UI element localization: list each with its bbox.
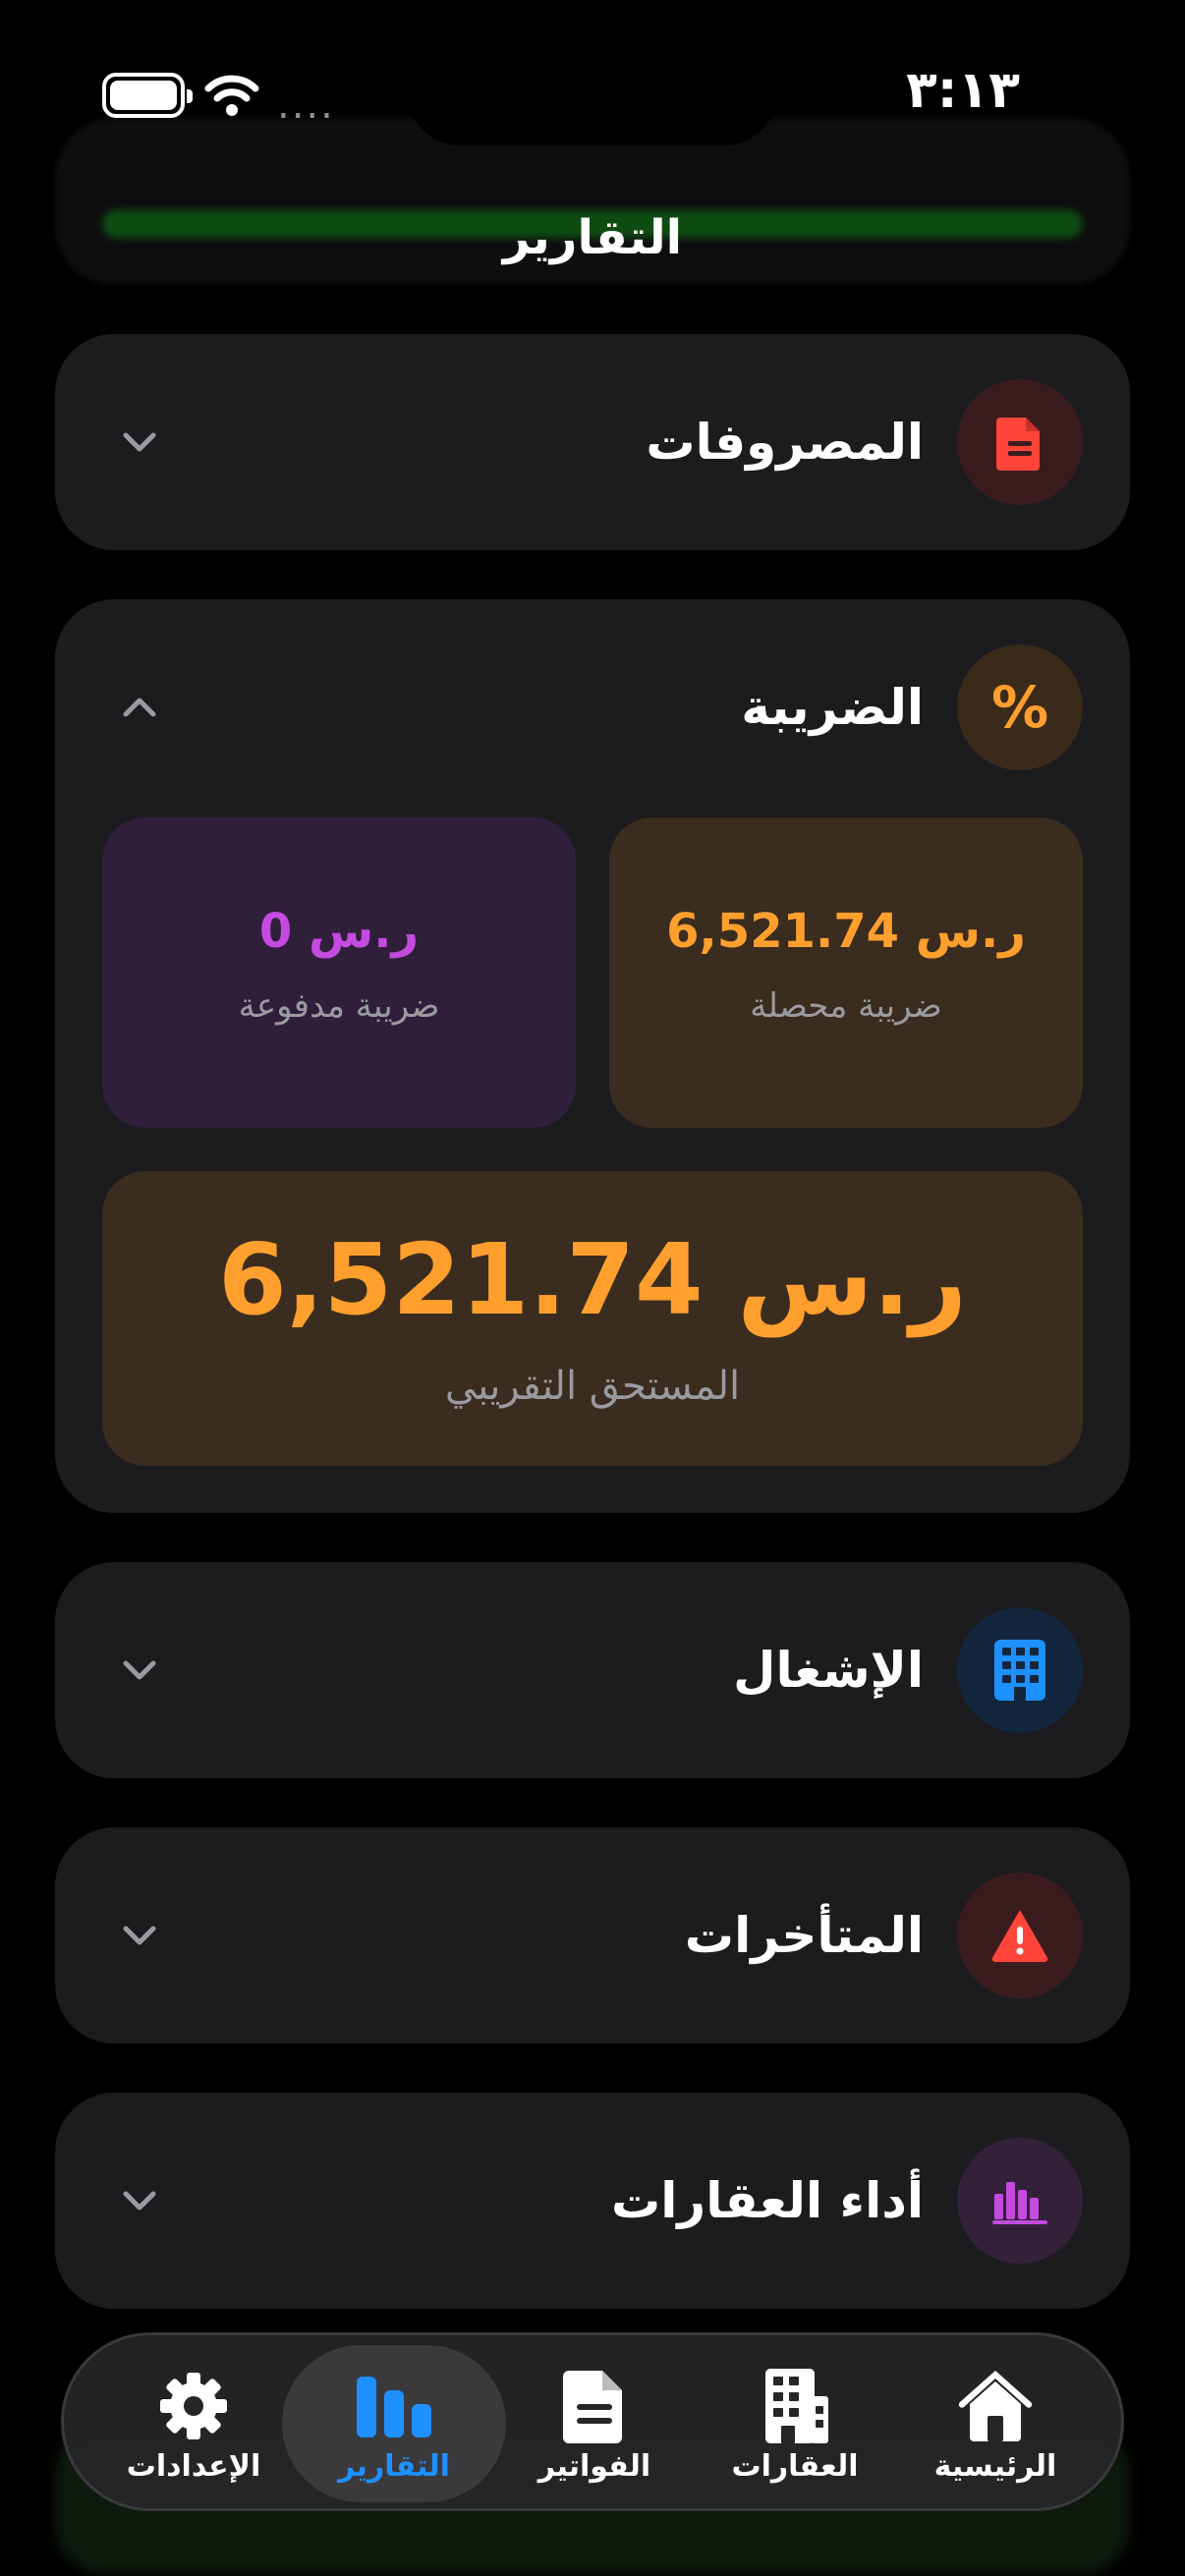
- tax-collected-box: 6,521.74 ر.س ضريبة محصلة: [609, 817, 1083, 1128]
- tab-settings-label: الإعدادات: [126, 2449, 261, 2484]
- signal-dots: ....: [277, 83, 335, 128]
- occupancy-title: الإشغال: [733, 1642, 924, 1699]
- screen: ٣:١٣ .... التقارير المصروفات % الضريبة 6…: [0, 0, 1185, 2576]
- expenses-title: المصروفات: [646, 414, 924, 471]
- document-icon: [563, 2371, 622, 2443]
- tax-due-box: 6,521.74 ر.س المستحق التقريبي: [102, 1171, 1083, 1466]
- tab-home-label: الرئيسية: [933, 2449, 1057, 2484]
- tax-paid-box: 0 ر.س ضريبة مدفوعة: [102, 817, 576, 1128]
- tax-header[interactable]: % الضريبة: [55, 599, 1130, 815]
- chevron-up-icon[interactable]: [118, 686, 161, 729]
- bar-chart-icon: [957, 2138, 1083, 2264]
- tab-invoices-label: الفواتير: [537, 2449, 651, 2484]
- overdue-title: المتأخرات: [684, 1907, 924, 1964]
- tab-bar: الإعدادات التقارير الفواتير العقارات الر…: [61, 2332, 1124, 2511]
- chevron-down-icon[interactable]: [118, 420, 161, 464]
- page-title: التقارير: [502, 210, 683, 265]
- property-performance-title: أداء العقارات: [611, 2172, 924, 2229]
- expenses-section[interactable]: المصروفات: [55, 334, 1130, 550]
- chevron-down-icon[interactable]: [118, 1649, 161, 1692]
- gear-icon: [160, 2373, 227, 2439]
- document-icon: [957, 379, 1083, 505]
- building-icon: [765, 2369, 828, 2443]
- warning-icon: [957, 1873, 1083, 1998]
- tab-reports-label: التقارير: [338, 2449, 450, 2484]
- tab-properties-label: العقارات: [731, 2449, 859, 2484]
- tax-section: % الضريبة 6,521.74 ر.س ضريبة محصلة 0 ر.س…: [55, 599, 1130, 1513]
- tab-invoices[interactable]: الفواتير: [482, 2345, 706, 2502]
- status-bar: ٣:١٣ ....: [0, 0, 1185, 285]
- wifi-icon: [204, 75, 259, 116]
- tax-due-value: 6,521.74 ر.س: [218, 1222, 967, 1337]
- occupancy-header[interactable]: الإشغال: [55, 1562, 1130, 1778]
- tax-collected-label: ضريبة محصلة: [750, 986, 942, 1026]
- chart-icon: [357, 2377, 431, 2437]
- tab-settings[interactable]: الإعدادات: [82, 2345, 306, 2502]
- status-time: ٣:١٣: [905, 61, 1020, 120]
- property-performance-section[interactable]: أداء العقارات: [55, 2093, 1130, 2309]
- occupancy-section[interactable]: الإشغال: [55, 1562, 1130, 1778]
- tab-home[interactable]: الرئيسية: [883, 2345, 1107, 2502]
- expenses-header[interactable]: المصروفات: [55, 334, 1130, 550]
- tab-reports[interactable]: التقارير: [282, 2345, 506, 2502]
- overdue-header[interactable]: المتأخرات: [55, 1827, 1130, 2044]
- tax-title: الضريبة: [741, 679, 924, 736]
- tax-paid-value: 0 ر.س: [258, 904, 420, 959]
- tax-due-label: المستحق التقريبي: [444, 1364, 741, 1409]
- home-icon: [958, 2371, 1033, 2441]
- chevron-down-icon[interactable]: [118, 2179, 161, 2222]
- percent-icon: %: [957, 644, 1083, 770]
- overdue-section[interactable]: المتأخرات: [55, 1827, 1130, 2044]
- chevron-down-icon[interactable]: [118, 1914, 161, 1957]
- tax-paid-label: ضريبة مدفوعة: [238, 986, 440, 1026]
- dynamic-island: [407, 37, 778, 145]
- building-icon: [957, 1607, 1083, 1733]
- property-performance-header[interactable]: أداء العقارات: [55, 2093, 1130, 2309]
- tab-properties[interactable]: العقارات: [683, 2345, 907, 2502]
- tax-collected-value: 6,521.74 ر.س: [666, 904, 1026, 959]
- battery-icon: [102, 73, 193, 118]
